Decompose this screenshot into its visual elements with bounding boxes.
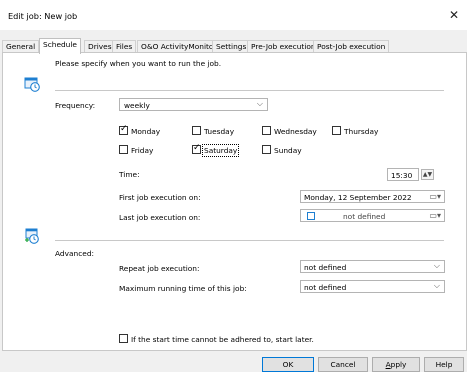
wednesday-label: Wednesday <box>274 127 317 136</box>
time-spinner[interactable]: ▲▼ <box>421 169 434 180</box>
frequency-select[interactable]: weekly ⌵ <box>119 98 268 111</box>
section-divider <box>55 240 444 241</box>
time-label: Time: <box>119 170 140 179</box>
saturday-label: Saturday <box>201 144 240 157</box>
last-execution-date-picker[interactable]: not defined ▭▾ <box>300 209 445 222</box>
help-button[interactable]: Help <box>424 357 464 372</box>
cancel-button[interactable]: Cancel <box>318 357 368 372</box>
first-execution-date-picker[interactable]: Monday, 12 September 2022 ▭▾ <box>300 190 445 203</box>
advanced-label: Advanced: <box>55 249 94 258</box>
repeat-select[interactable]: not defined ⌵ <box>300 260 445 273</box>
monday-label: Monday <box>131 127 161 136</box>
repeat-value: not defined <box>304 263 347 272</box>
calendar-dropdown-icon[interactable]: ▭▾ <box>429 211 441 220</box>
calendar-dropdown-icon[interactable]: ▭▾ <box>429 192 441 201</box>
max-running-time-select[interactable]: not defined ⌵ <box>300 280 445 293</box>
frequency-value: weekly <box>124 101 150 110</box>
max-running-time-label: Maximum running time of this job: <box>119 284 247 293</box>
schedule-intro-text: Please specify when you want to run the … <box>55 59 222 68</box>
last-execution-checkbox[interactable] <box>307 212 315 220</box>
close-button[interactable]: ✕ <box>447 8 461 22</box>
chevron-down-icon: ⌵ <box>433 281 440 290</box>
time-value: 15:30 <box>391 171 413 180</box>
section-divider <box>55 90 444 91</box>
late-start-label: If the start time cannot be adhered to, … <box>131 335 314 344</box>
time-input[interactable]: 15:30 <box>387 168 419 181</box>
window-title: Edit job: New job <box>8 11 78 21</box>
max-running-time-value: not defined <box>304 283 347 292</box>
chevron-down-icon: ⌵ <box>433 261 440 270</box>
thursday-label: Thursday <box>344 127 379 136</box>
chevron-down-icon: ⌵ <box>256 99 263 108</box>
tab-schedule[interactable]: Schedule <box>39 38 81 54</box>
last-execution-label: Last job execution on: <box>119 213 201 222</box>
wednesday-checkbox[interactable] <box>262 126 271 135</box>
saturday-checkbox[interactable] <box>192 143 201 154</box>
monday-checkbox[interactable] <box>119 124 128 135</box>
ok-button[interactable]: OK <box>262 357 314 372</box>
sunday-checkbox[interactable] <box>262 145 271 154</box>
first-execution-label: First job execution on: <box>119 193 201 202</box>
thursday-checkbox[interactable] <box>332 126 341 135</box>
tuesday-checkbox[interactable] <box>192 126 201 135</box>
repeat-label: Repeat job execution: <box>119 264 200 273</box>
first-execution-value: Monday, 12 September 2022 <box>304 193 412 202</box>
late-start-checkbox[interactable] <box>119 334 128 343</box>
apply-button[interactable]: Apply <box>372 357 420 372</box>
frequency-label: Frequency: <box>55 101 96 110</box>
sunday-label: Sunday <box>274 146 302 155</box>
tuesday-label: Tuesday <box>204 127 235 136</box>
calendar-repeat-icon <box>24 228 40 244</box>
calendar-clock-icon <box>24 76 40 92</box>
friday-checkbox[interactable] <box>119 145 128 154</box>
last-execution-value: not defined <box>343 212 386 221</box>
friday-label: Friday <box>131 146 154 155</box>
